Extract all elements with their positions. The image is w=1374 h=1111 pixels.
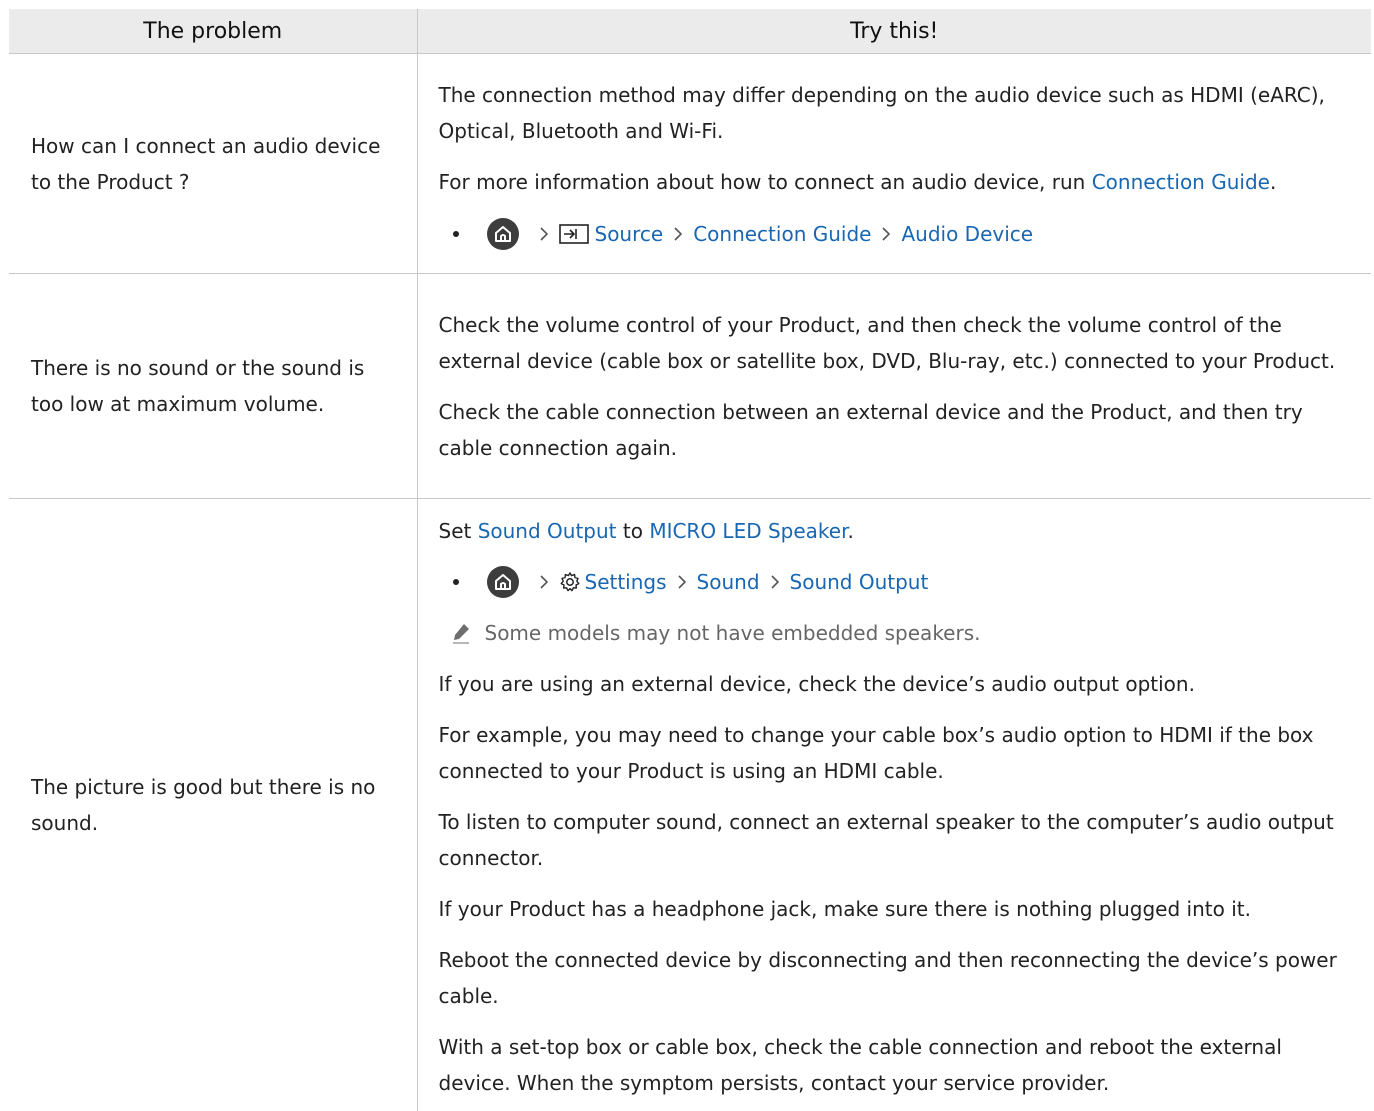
- header-problem: The problem: [9, 9, 417, 54]
- solution-paragraph: If your Product has a headphone jack, ma…: [438, 897, 1251, 921]
- solution-paragraph: Reboot the connected device by disconnec…: [438, 948, 1337, 1008]
- connection-guide-menu-link[interactable]: Connection Guide: [693, 216, 871, 252]
- document-page: The problem Try this! How can I connect …: [0, 0, 1374, 1111]
- audio-device-menu-link[interactable]: Audio Device: [901, 216, 1033, 252]
- problem-cell: How can I connect an audio device to the…: [9, 53, 417, 274]
- solution-paragraph: For more information about how to connec…: [438, 170, 1277, 194]
- pencil-note-icon: [451, 622, 471, 644]
- solution-paragraph: Set Sound Output to MICRO LED Speaker.: [438, 519, 854, 543]
- source-menu-link[interactable]: Source: [595, 216, 664, 252]
- table-row: How can I connect an audio device to the…: [9, 53, 1371, 274]
- sound-output-menu-link[interactable]: Sound Output: [790, 564, 929, 600]
- chevron-right-icon: [539, 574, 549, 590]
- note-text: Some models may not have embedded speake…: [484, 621, 981, 645]
- bullet: [452, 231, 459, 237]
- chevron-right-icon: [539, 226, 549, 242]
- gear-icon: [559, 571, 581, 593]
- home-icon[interactable]: [486, 218, 519, 250]
- chevron-right-icon: [673, 226, 683, 242]
- chevron-right-icon: [881, 226, 891, 242]
- solution-cell: Set Sound Output to MICRO LED Speaker. S…: [416, 498, 1371, 1111]
- connection-guide-link[interactable]: Connection Guide: [1092, 170, 1270, 194]
- solution-cell: Check the volume control of your Product…: [416, 273, 1371, 499]
- solution-paragraph: For example, you may need to change your…: [438, 723, 1314, 783]
- solution-paragraph: With a set-top box or cable box, check t…: [438, 1035, 1282, 1095]
- table-header-row: The problem Try this!: [9, 9, 1371, 54]
- note: Some models may not have embedded speake…: [439, 615, 1352, 651]
- sound-output-link[interactable]: Sound Output: [478, 519, 617, 543]
- problem-cell: The picture is good but there is no soun…: [31, 774, 376, 835]
- menu-path: Source Connection Guide Audio Device: [439, 216, 1352, 252]
- solution-paragraph: If you are using an external device, che…: [438, 672, 1195, 696]
- solution-paragraph: To listen to computer sound, connect an …: [438, 810, 1334, 870]
- header-try-this: Try this!: [416, 9, 1371, 54]
- settings-menu-link[interactable]: Settings: [585, 564, 667, 600]
- micro-led-speaker-link[interactable]: MICRO LED Speaker: [649, 519, 847, 543]
- chevron-right-icon: [677, 574, 687, 590]
- source-icon: [558, 223, 589, 245]
- troubleshooting-table: The problem Try this! How can I connect …: [9, 9, 1371, 1111]
- table-row: There is no sound or the sound is too lo…: [9, 273, 1371, 499]
- solution-cell: The connection method may differ dependi…: [416, 53, 1371, 274]
- bullet: [452, 579, 459, 585]
- solution-paragraph: Check the cable connection between an ex…: [438, 399, 1303, 460]
- chevron-right-icon: [770, 574, 780, 590]
- solution-paragraph: The connection method may differ dependi…: [438, 83, 1325, 143]
- problem-cell: There is no sound or the sound is too lo…: [9, 273, 417, 499]
- home-icon[interactable]: [486, 566, 519, 598]
- solution-paragraph: Check the volume control of your Product…: [438, 312, 1336, 373]
- table-row: The picture is good but there is no soun…: [9, 498, 1371, 1111]
- sound-menu-link[interactable]: Sound: [697, 564, 760, 600]
- menu-path: Settings Sound Sound Output: [439, 564, 1352, 600]
